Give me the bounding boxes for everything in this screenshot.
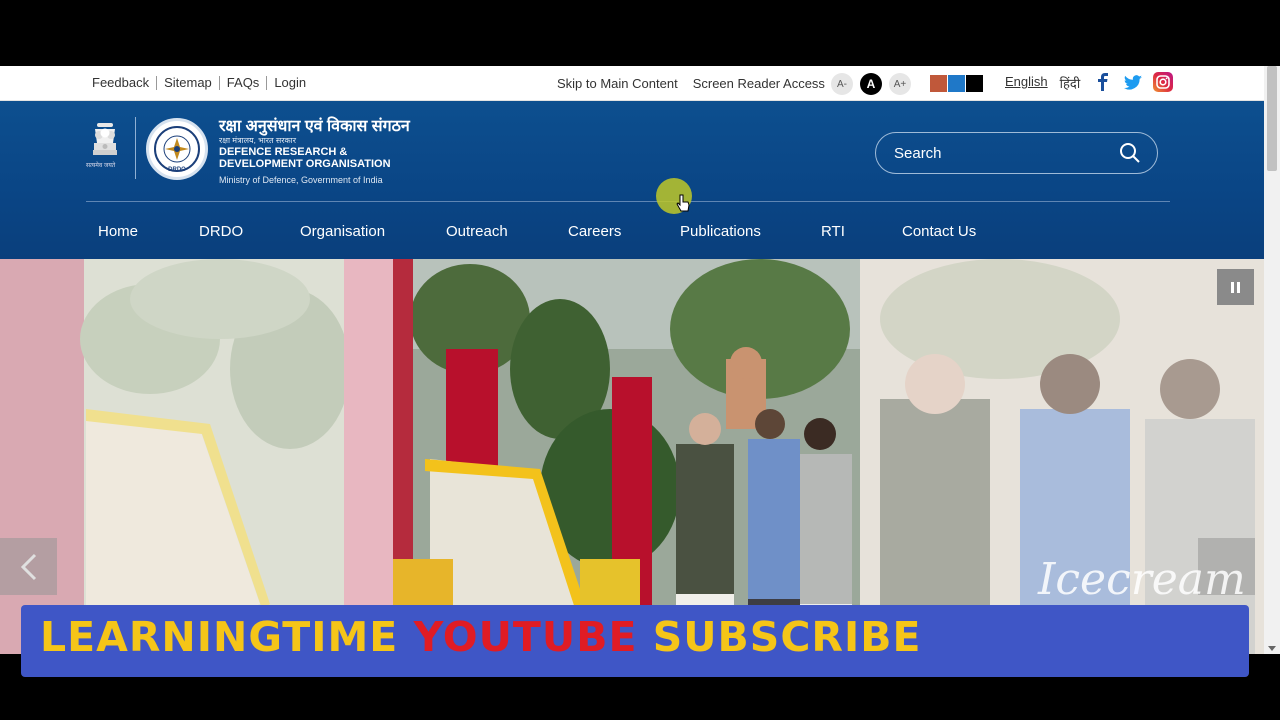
org-name-english: DEFENCE RESEARCH & DEVELOPMENT ORGANISAT… xyxy=(219,146,419,170)
drdo-logo[interactable]: DRDO xyxy=(146,118,208,180)
ministry-subtitle: Ministry of Defence, Government of India xyxy=(219,175,383,185)
header-divider xyxy=(86,201,1170,202)
search-input[interactable]: Search xyxy=(894,145,942,162)
font-size-controls: A- A A+ xyxy=(831,73,911,95)
pause-icon-bar xyxy=(1231,281,1234,293)
sitemap-link[interactable]: Sitemap xyxy=(156,76,219,90)
subscribe-text: LEARNINGTIME YOUTUBE SUBSCRIBE xyxy=(40,613,922,661)
org-name-hindi: रक्षा अनुसंधान एवं विकास संगठन xyxy=(219,118,410,135)
carousel-prev-button[interactable] xyxy=(0,538,57,595)
nav-drdo[interactable]: DRDO xyxy=(199,223,300,240)
screen-reader-link[interactable]: Screen Reader Access xyxy=(693,76,825,91)
font-normal-button[interactable]: A xyxy=(860,73,882,95)
nav-organisation[interactable]: Organisation xyxy=(300,223,446,240)
video-frame: Feedback Sitemap FAQs Login Skip to Main… xyxy=(0,0,1280,720)
theme-swatch-orange[interactable] xyxy=(930,75,947,92)
search-box[interactable]: Search xyxy=(875,132,1158,174)
font-decrease-button[interactable]: A- xyxy=(831,73,853,95)
utility-links: Feedback Sitemap FAQs Login xyxy=(92,76,313,90)
strip-youtube: YOUTUBE xyxy=(413,613,653,661)
org-name-line-1: DEFENCE RESEARCH & xyxy=(219,146,348,158)
nav-careers[interactable]: Careers xyxy=(568,223,680,240)
chevron-left-icon xyxy=(20,553,36,580)
language-switch: English हिंदी xyxy=(1005,74,1080,92)
site-header: सत्यमेव जयते DRDO रक्षा अनुसंधान एवं विक… xyxy=(0,101,1264,259)
nav-outreach[interactable]: Outreach xyxy=(446,223,568,240)
faqs-link[interactable]: FAQs xyxy=(218,76,267,90)
logo-divider xyxy=(135,117,136,179)
theme-swatch-black[interactable] xyxy=(966,75,983,92)
nav-contact-us[interactable]: Contact Us xyxy=(902,223,976,240)
hindi-link[interactable]: हिंदी xyxy=(1060,74,1081,92)
facebook-icon[interactable] xyxy=(1093,72,1113,92)
english-link[interactable]: English xyxy=(1005,74,1048,92)
emblem-caption: सत्यमेव जयते xyxy=(86,163,116,169)
login-link[interactable]: Login xyxy=(266,76,313,90)
drdo-logo-inner xyxy=(154,126,200,172)
twitter-icon[interactable] xyxy=(1123,72,1143,92)
nav-home[interactable]: Home xyxy=(98,223,199,240)
carousel-pause-button[interactable] xyxy=(1217,269,1254,305)
scrollbar-thumb[interactable] xyxy=(1267,66,1277,171)
strip-subscribe: SUBSCRIBE xyxy=(652,613,922,661)
accessibility-links: Skip to Main Content Screen Reader Acces… xyxy=(557,76,825,91)
theme-swatches xyxy=(930,75,983,92)
national-emblem-icon: सत्यमेव जयते xyxy=(86,121,122,179)
nav-rti[interactable]: RTI xyxy=(821,223,902,240)
hand-cursor-icon xyxy=(676,194,690,212)
org-name-line-2: DEVELOPMENT ORGANISATION xyxy=(219,158,391,170)
pause-icon-bar xyxy=(1237,281,1240,293)
utility-bar: Feedback Sitemap FAQs Login Skip to Main… xyxy=(0,66,1264,101)
logo-caption: DRDO xyxy=(168,167,186,173)
skip-to-main-link[interactable]: Skip to Main Content xyxy=(557,76,678,91)
theme-swatch-blue[interactable] xyxy=(948,75,965,92)
browser-page: Feedback Sitemap FAQs Login Skip to Main… xyxy=(0,66,1280,654)
main-nav: Home DRDO Organisation Outreach Careers … xyxy=(98,223,976,240)
drdo-emblem-icon xyxy=(163,135,191,163)
strip-channel-name: LEARNINGTIME xyxy=(40,613,414,661)
recorder-watermark: Icecream xyxy=(1038,554,1246,605)
font-increase-button[interactable]: A+ xyxy=(889,73,911,95)
instagram-icon[interactable] xyxy=(1153,72,1173,92)
feedback-link[interactable]: Feedback xyxy=(92,76,156,90)
social-links xyxy=(1093,72,1173,92)
nav-publications[interactable]: Publications xyxy=(680,223,821,240)
search-icon[interactable] xyxy=(1119,142,1141,164)
scroll-down-arrow-icon[interactable] xyxy=(1268,644,1276,652)
org-subtitle-hindi: रक्षा मंत्रालय, भारत सरकार xyxy=(219,136,297,145)
hero-carousel: Icecream xyxy=(0,259,1264,654)
